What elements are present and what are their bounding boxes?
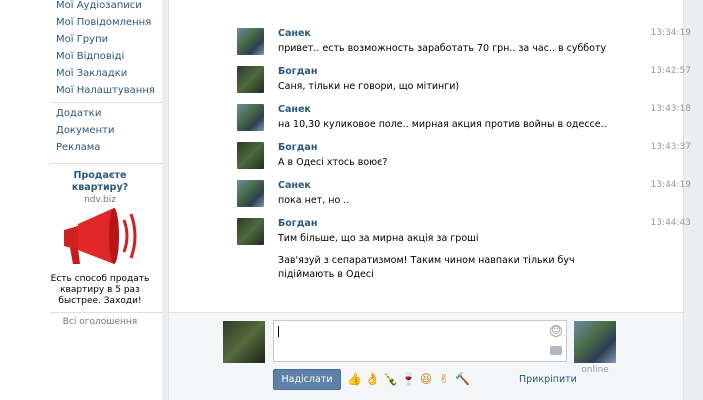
sidebar-item-settings[interactable]: Мої Налаштування [56, 85, 155, 96]
sidebar-item-audio[interactable]: Мої Аудіозаписи [56, 0, 142, 11]
attach-link[interactable]: Прикріпити [519, 374, 577, 385]
wine-glass-emoji-icon[interactable]: 🍷 [401, 371, 416, 387]
my-avatar[interactable] [223, 321, 265, 363]
message-time: 13:43:37 [650, 142, 691, 152]
emoji-bar: 👍 👌 🍾 🍷 😆 ✌ 🔨 [347, 371, 470, 387]
message-author[interactable]: Богдан [278, 66, 317, 77]
sidebar-item-bookmarks[interactable]: Мої Закладки [56, 68, 127, 79]
hammer-emoji-icon[interactable]: 🔨 [455, 371, 470, 387]
ad-title[interactable]: Продаєте квартиру? [50, 170, 150, 194]
thumbs-up-emoji-icon[interactable]: 👍 [347, 371, 362, 387]
camera-icon[interactable] [550, 346, 562, 355]
smile-icon[interactable]: ☺ [550, 325, 562, 337]
message-author[interactable]: Богдан [278, 142, 317, 153]
peer-status: online [581, 365, 609, 375]
message-author[interactable]: Санек [278, 180, 311, 191]
message-text: Зав'язуй з сепаратизмом! Таким чином нав… [278, 255, 575, 280]
avatar[interactable] [237, 66, 264, 93]
message-text: Саня, тільки не говори, що мітинги) [278, 81, 460, 92]
champagne-emoji-icon[interactable]: 🍾 [383, 371, 398, 387]
ad-text[interactable]: Есть способ продать квартиру в 5 раз быс… [50, 274, 150, 307]
ok-hand-emoji-icon[interactable]: 👌 [365, 371, 380, 387]
sidebar-divider [50, 163, 162, 164]
text-caret [278, 326, 279, 337]
victory-hand-emoji-icon[interactable]: ✌ [437, 371, 451, 387]
sidebar-divider [50, 312, 162, 313]
sidebar-item-replies[interactable]: Мої Відповіді [56, 51, 124, 62]
send-button[interactable]: Надіслати [273, 369, 341, 390]
avatar[interactable] [237, 142, 264, 169]
message-history: Санек 13:34:19 привет.. есть возможность… [168, 0, 691, 312]
message-input[interactable]: ☺ [273, 320, 567, 362]
message-text: привет.. есть возможность заработать 70 … [278, 43, 607, 54]
avatar[interactable] [237, 28, 264, 55]
message-composer: ☺ Надіслати 👍 👌 🍾 🍷 😆 ✌ 🔨 Прикріпити onl… [168, 312, 684, 400]
ad-domain: ndv.biz [84, 195, 116, 205]
sidebar-item-groups[interactable]: Мої Групи [56, 34, 108, 45]
avatar[interactable] [237, 180, 264, 207]
sidebar-item-apps[interactable]: Додатки [56, 108, 101, 119]
all-ads-link[interactable]: Всі оголошення [50, 317, 150, 327]
megaphone-icon[interactable] [60, 206, 140, 268]
message-text: на 10,30 куликовое поле.. мирная акция п… [278, 119, 607, 130]
sidebar-item-messages[interactable]: Мої Повідомлення [56, 17, 151, 28]
message-text: Тим більше, що за мирна акція за гроші [278, 233, 479, 244]
laughing-emoji-icon[interactable]: 😆 [419, 371, 433, 387]
message-time: 13:42:57 [650, 66, 691, 76]
left-sidebar: Мої Аудіозаписи Мої Повідомлення Мої Гру… [0, 0, 162, 400]
avatar[interactable] [237, 104, 264, 131]
message-author[interactable]: Богдан [278, 218, 317, 229]
sidebar-divider [50, 102, 162, 103]
message-author[interactable]: Санек [278, 104, 311, 115]
sidebar-item-documents[interactable]: Документи [56, 125, 114, 136]
message-time: 13:44:43 [650, 218, 691, 228]
peer-avatar[interactable] [574, 321, 616, 363]
message-time: 13:44:19 [650, 180, 691, 190]
message-author[interactable]: Санек [278, 28, 311, 39]
message-text: пока нет, но .. [278, 195, 350, 206]
message-text: А в Одесі хтось воює? [278, 157, 388, 168]
message-time: 13:43:18 [650, 104, 691, 114]
avatar[interactable] [237, 218, 264, 245]
sidebar-item-ads[interactable]: Реклама [56, 142, 100, 153]
message-time: 13:34:19 [650, 28, 691, 38]
